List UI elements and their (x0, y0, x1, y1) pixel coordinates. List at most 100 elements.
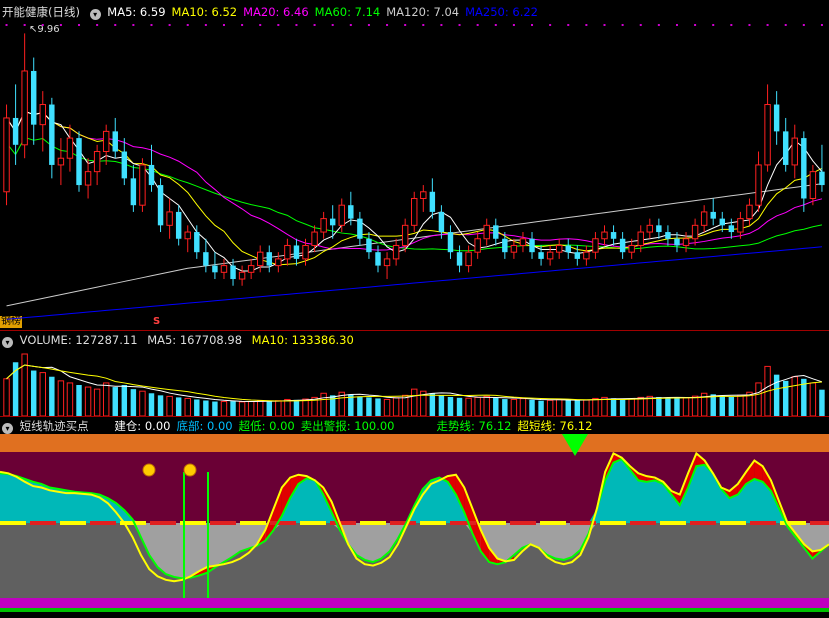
top-dot-marker (96, 24, 99, 26)
chart-title[interactable]: 开能健康(日线) (2, 5, 80, 19)
volume-bar (57, 380, 65, 416)
candle-body (175, 211, 182, 239)
candle-body (401, 224, 409, 246)
volume-bar (139, 390, 146, 416)
collapse-icon[interactable]: ▾ (89, 9, 101, 20)
candle-body (203, 252, 209, 266)
top-band (0, 434, 829, 452)
ma-legend: MA5: 6.59 MA10: 6.52 MA20: 6.46 MA60: 7.14 M… (107, 5, 544, 19)
candle-body (57, 157, 65, 166)
midline-dash (390, 521, 416, 525)
price-chart[interactable] (0, 18, 829, 330)
volume-bar (148, 393, 155, 416)
top-dot-marker (222, 24, 225, 26)
candle-body (220, 265, 228, 273)
volume-ma10-line (6, 364, 822, 402)
candle-body (112, 131, 118, 152)
candle-body (21, 70, 28, 146)
midline-dash (210, 521, 236, 525)
collapse-icon[interactable]: ▾ (2, 337, 13, 348)
candle-body (447, 232, 454, 253)
candle-body (194, 232, 200, 253)
pane-separator (0, 330, 829, 331)
candle-body (275, 258, 282, 267)
volume-bar (502, 399, 508, 416)
volume-bar (293, 399, 300, 416)
volume-bar (84, 386, 92, 416)
volume-bar (493, 397, 499, 416)
candle-body (293, 245, 300, 259)
volume-bar (93, 388, 101, 416)
candle-body (411, 197, 418, 226)
top-dot-marker (349, 24, 352, 26)
candle-body (665, 232, 671, 239)
top-dot-marker (784, 24, 787, 26)
top-dot-marker (440, 24, 443, 26)
volume-bar (665, 397, 671, 416)
volume-bar (49, 376, 55, 416)
indicator-title[interactable]: 短线轨迹买点 (20, 419, 89, 433)
volume-bar (755, 382, 762, 416)
volume-bar (266, 401, 272, 416)
volume-bar (30, 370, 37, 416)
top-dot-marker (494, 24, 497, 26)
volume-bar (157, 395, 164, 416)
midline-dash (510, 521, 536, 525)
candle-body (93, 151, 101, 173)
top-dot-marker (820, 24, 823, 26)
volume-bar (438, 395, 445, 416)
midline-dash (600, 521, 626, 525)
candle-body (121, 151, 128, 179)
volume-bar (184, 397, 191, 416)
candle-body (230, 265, 236, 280)
volume-bar (628, 398, 635, 416)
top-dot-marker (549, 24, 552, 26)
candle-body (610, 232, 617, 239)
volume-bar (555, 398, 563, 416)
oscillator-chart[interactable] (0, 434, 829, 616)
candle-body (247, 265, 255, 273)
top-dot-marker (675, 24, 678, 26)
candle-body (166, 211, 173, 226)
candle-body (493, 225, 499, 239)
volume-bar (175, 397, 182, 416)
candle-body (157, 185, 164, 226)
bottom-band (0, 598, 829, 608)
candle-body (474, 238, 481, 253)
volume-bar (719, 395, 725, 416)
midline-dash (480, 521, 506, 525)
top-dot-marker (59, 24, 62, 26)
ma-legend-item: MA250: 6.22 (465, 5, 538, 19)
collapse-icon[interactable]: ▾ (2, 423, 13, 434)
candle-body (130, 178, 137, 206)
top-dot-marker (712, 24, 715, 26)
volume-bar (383, 398, 391, 416)
top-dot-marker (766, 24, 769, 26)
volume-bar (610, 398, 617, 416)
candle-body (737, 218, 744, 233)
candle-body (691, 224, 699, 240)
candle-body (656, 225, 662, 233)
volume-bar (247, 401, 255, 416)
candle-body (755, 164, 762, 206)
candle-body (465, 251, 472, 267)
volume-bar (194, 399, 200, 416)
volume-bar (465, 397, 472, 416)
ma5-line (6, 110, 823, 272)
volume-bar (320, 392, 327, 416)
candle-body (348, 205, 354, 219)
volume-chart[interactable] (0, 348, 829, 416)
top-dot-marker (313, 24, 316, 26)
candle-body (529, 238, 535, 253)
candle-body (619, 238, 626, 253)
indicator-header: ▾ 短线轨迹买点 建仓: 0.00 底部: 0.00 超低: 0.00 卖出警报: 1… (2, 418, 604, 434)
top-dot-marker (277, 24, 280, 26)
candle-body (819, 171, 825, 186)
volume-bar (546, 399, 554, 416)
midline-dash (0, 521, 26, 525)
midline-dash (150, 521, 176, 525)
indicator-legend-item: 走势线: 76.12 (436, 419, 512, 433)
volume-header: ▾ VOLUME: 127287.11 MA5: 167708.98 MA10:… (2, 332, 360, 348)
volume-bar (619, 399, 626, 416)
candle-body (329, 218, 336, 226)
